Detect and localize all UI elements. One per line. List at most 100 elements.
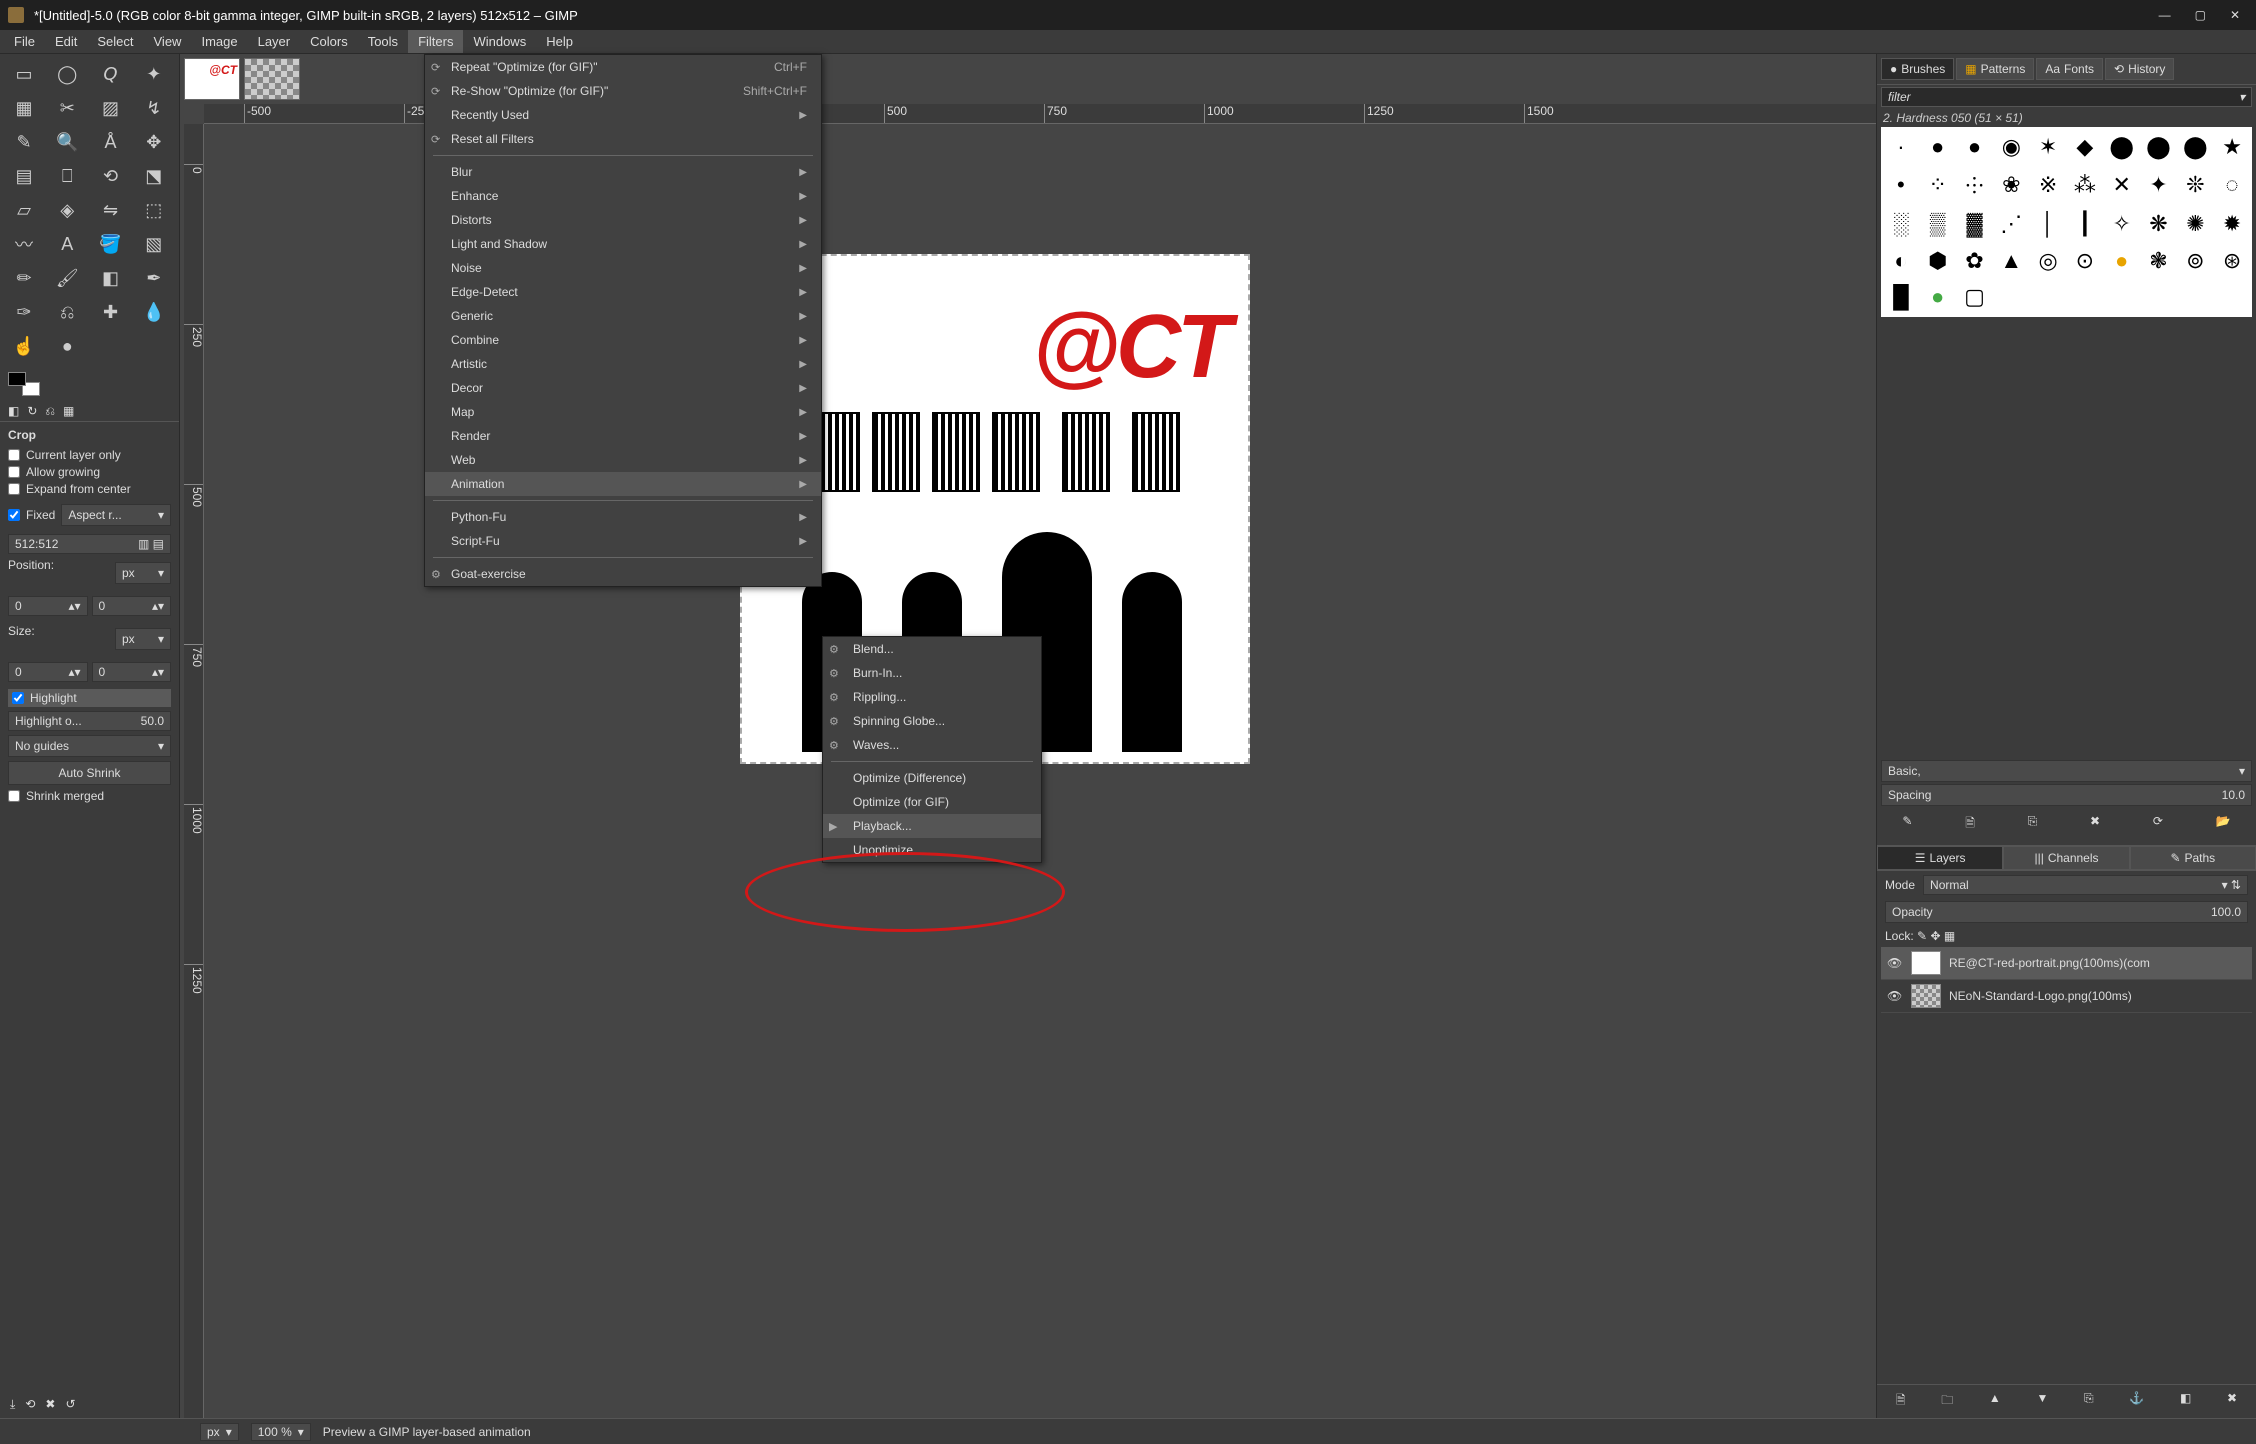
aspect-select[interactable]: Aspect r...▾ — [61, 504, 171, 526]
dup-brush-icon[interactable]: ⎘ — [2028, 814, 2038, 835]
flip-tool[interactable]: ⇋ — [91, 194, 131, 226]
menu-decor[interactable]: Decor▶ — [425, 376, 821, 400]
opt-allow-growing[interactable]: Allow growing — [8, 465, 171, 479]
pos-x[interactable]: 0▴▾ — [8, 596, 88, 616]
layer-up-icon[interactable]: ▲ — [1989, 1391, 2001, 1412]
new-layer-icon[interactable]: 🗎 — [1896, 1391, 1906, 1412]
menu-combine[interactable]: Combine▶ — [425, 328, 821, 352]
submenu-playback[interactable]: ▶Playback... — [823, 814, 1041, 838]
opt-shrink-merged[interactable]: Shrink merged — [8, 789, 171, 803]
dodge-tool[interactable]: ● — [47, 330, 87, 362]
layer-down-icon[interactable]: ▼ — [2036, 1391, 2048, 1412]
menu-reshow[interactable]: ⟳Re-Show "Optimize (for GIF)"Shift+Ctrl+… — [425, 79, 821, 103]
brush-preset-select[interactable]: Basic,▾ — [1881, 760, 2252, 782]
layer-group-icon[interactable]: 🗀 — [1941, 1391, 1953, 1412]
size-h[interactable]: 0▴▾ — [92, 662, 172, 682]
menu-animation[interactable]: Animation▶ — [425, 472, 821, 496]
menu-windows[interactable]: Windows — [463, 30, 536, 53]
menu-blur[interactable]: Blur▶ — [425, 160, 821, 184]
menu-file[interactable]: File — [4, 30, 45, 53]
menu-recent[interactable]: Recently Used▶ — [425, 103, 821, 127]
eraser-tool[interactable]: ◧ — [91, 262, 131, 294]
submenu-unoptimize[interactable]: Unoptimize — [823, 838, 1041, 862]
menu-render[interactable]: Render▶ — [425, 424, 821, 448]
shear-tool[interactable]: ▱ — [4, 194, 44, 226]
align-tool[interactable]: ▤ — [4, 160, 44, 192]
menu-python-fu[interactable]: Python-Fu▶ — [425, 505, 821, 529]
airbrush-tool[interactable]: ✒ — [134, 262, 174, 294]
opt-fixed[interactable]: Fixed — [8, 508, 55, 522]
pos-y[interactable]: 0▴▾ — [92, 596, 172, 616]
submenu-blend[interactable]: ⚙Blend... — [823, 637, 1041, 661]
tab-brushes[interactable]: ●Brushes — [1881, 58, 1954, 80]
lock-alpha-icon[interactable]: ▦ — [1944, 929, 1955, 943]
eye-icon[interactable]: 👁 — [1887, 989, 1903, 1003]
tab-paths[interactable]: ✎Paths — [2130, 846, 2256, 870]
color-picker-tool[interactable]: ✎ — [4, 126, 44, 158]
tab-channels[interactable]: |||Channels — [2003, 846, 2129, 870]
autoshrink-button[interactable]: Auto Shrink — [8, 761, 171, 785]
lock-pos-icon[interactable]: ✥ — [1930, 929, 1940, 943]
text-tool[interactable]: A — [47, 228, 87, 260]
menu-colors[interactable]: Colors — [300, 30, 358, 53]
highlight-opacity[interactable]: Highlight o...50.0 — [8, 711, 171, 731]
submenu-rippling[interactable]: ⚙Rippling... — [823, 685, 1041, 709]
opacity-slider[interactable]: Opacity100.0 — [1885, 901, 2248, 923]
menu-noise[interactable]: Noise▶ — [425, 256, 821, 280]
lock-pixels-icon[interactable]: ✎ — [1917, 929, 1927, 943]
menu-light-shadow[interactable]: Light and Shadow▶ — [425, 232, 821, 256]
menu-select[interactable]: Select — [87, 30, 143, 53]
fg-color[interactable] — [8, 372, 26, 386]
tab-fonts[interactable]: AaFonts — [2036, 58, 2103, 80]
menu-edit[interactable]: Edit — [45, 30, 87, 53]
warp-tool[interactable]: 〰 — [4, 228, 44, 260]
history-tab-icon[interactable]: ⎌ — [45, 404, 55, 419]
menu-image[interactable]: Image — [191, 30, 247, 53]
dup-layer-icon[interactable]: ⎘ — [2084, 1391, 2094, 1412]
rotate-tool[interactable]: ⟲ — [91, 160, 131, 192]
menu-tools[interactable]: Tools — [358, 30, 408, 53]
del-opts-icon[interactable]: ✖ — [45, 1397, 55, 1412]
mask-layer-icon[interactable]: ◧ — [2180, 1391, 2191, 1412]
submenu-waves[interactable]: ⚙Waves... — [823, 733, 1041, 757]
mode-select[interactable]: Normal▾ ⇅ — [1923, 875, 2248, 895]
menu-repeat[interactable]: ⟳Repeat "Optimize (for GIF)"Ctrl+F — [425, 55, 821, 79]
zoom-tool[interactable]: 🔍 — [47, 126, 87, 158]
blur-tool[interactable]: 💧 — [134, 296, 174, 328]
scale-tool[interactable]: ⬔ — [134, 160, 174, 192]
menu-help[interactable]: Help — [536, 30, 583, 53]
pencil-tool[interactable]: ✏ — [4, 262, 44, 294]
tab-patterns[interactable]: ▦Patterns — [1956, 58, 2034, 80]
lasso-tool[interactable]: 𝘘 — [91, 58, 131, 90]
status-zoom[interactable]: 100 %▾ — [251, 1423, 311, 1441]
minimize-button[interactable]: — — [2159, 8, 2171, 22]
color-swatch[interactable] — [8, 372, 40, 396]
menu-edge-detect[interactable]: Edge-Detect▶ — [425, 280, 821, 304]
gradient-tool[interactable]: ▧ — [134, 228, 174, 260]
menu-filters[interactable]: Filters — [408, 30, 463, 53]
menu-generic[interactable]: Generic▶ — [425, 304, 821, 328]
menu-reset-filters[interactable]: ⟳Reset all Filters — [425, 127, 821, 151]
ink-tool[interactable]: ✑ — [4, 296, 44, 328]
heal-tool[interactable]: ✚ — [91, 296, 131, 328]
ellipse-select-tool[interactable]: ◯ — [47, 58, 87, 90]
menu-distorts[interactable]: Distorts▶ — [425, 208, 821, 232]
position-unit[interactable]: px▾ — [115, 562, 171, 584]
guides-select[interactable]: No guides▾ — [8, 735, 171, 757]
menu-web[interactable]: Web▶ — [425, 448, 821, 472]
menu-script-fu[interactable]: Script-Fu▶ — [425, 529, 821, 553]
paths-tool[interactable]: ↯ — [134, 92, 174, 124]
foreground-select-tool[interactable]: ▨ — [91, 92, 131, 124]
smudge-tool[interactable]: ☝ — [4, 330, 44, 362]
eye-icon[interactable]: 👁 — [1887, 956, 1903, 970]
ratio-field[interactable]: 512:512▥ ▤ — [8, 534, 171, 554]
scissors-tool[interactable]: ✂ — [47, 92, 87, 124]
clone-tool[interactable]: ⎌ — [47, 296, 87, 328]
reset-opts-icon[interactable]: ↺ — [65, 1397, 75, 1412]
image-thumb-2[interactable] — [244, 58, 300, 100]
menu-goat[interactable]: ⚙Goat-exercise — [425, 562, 821, 586]
opt-current-layer[interactable]: Current layer only — [8, 448, 171, 462]
menu-view[interactable]: View — [144, 30, 192, 53]
crop-tool[interactable]: ⎕ — [47, 160, 87, 192]
move-tool[interactable]: ✥ — [134, 126, 174, 158]
